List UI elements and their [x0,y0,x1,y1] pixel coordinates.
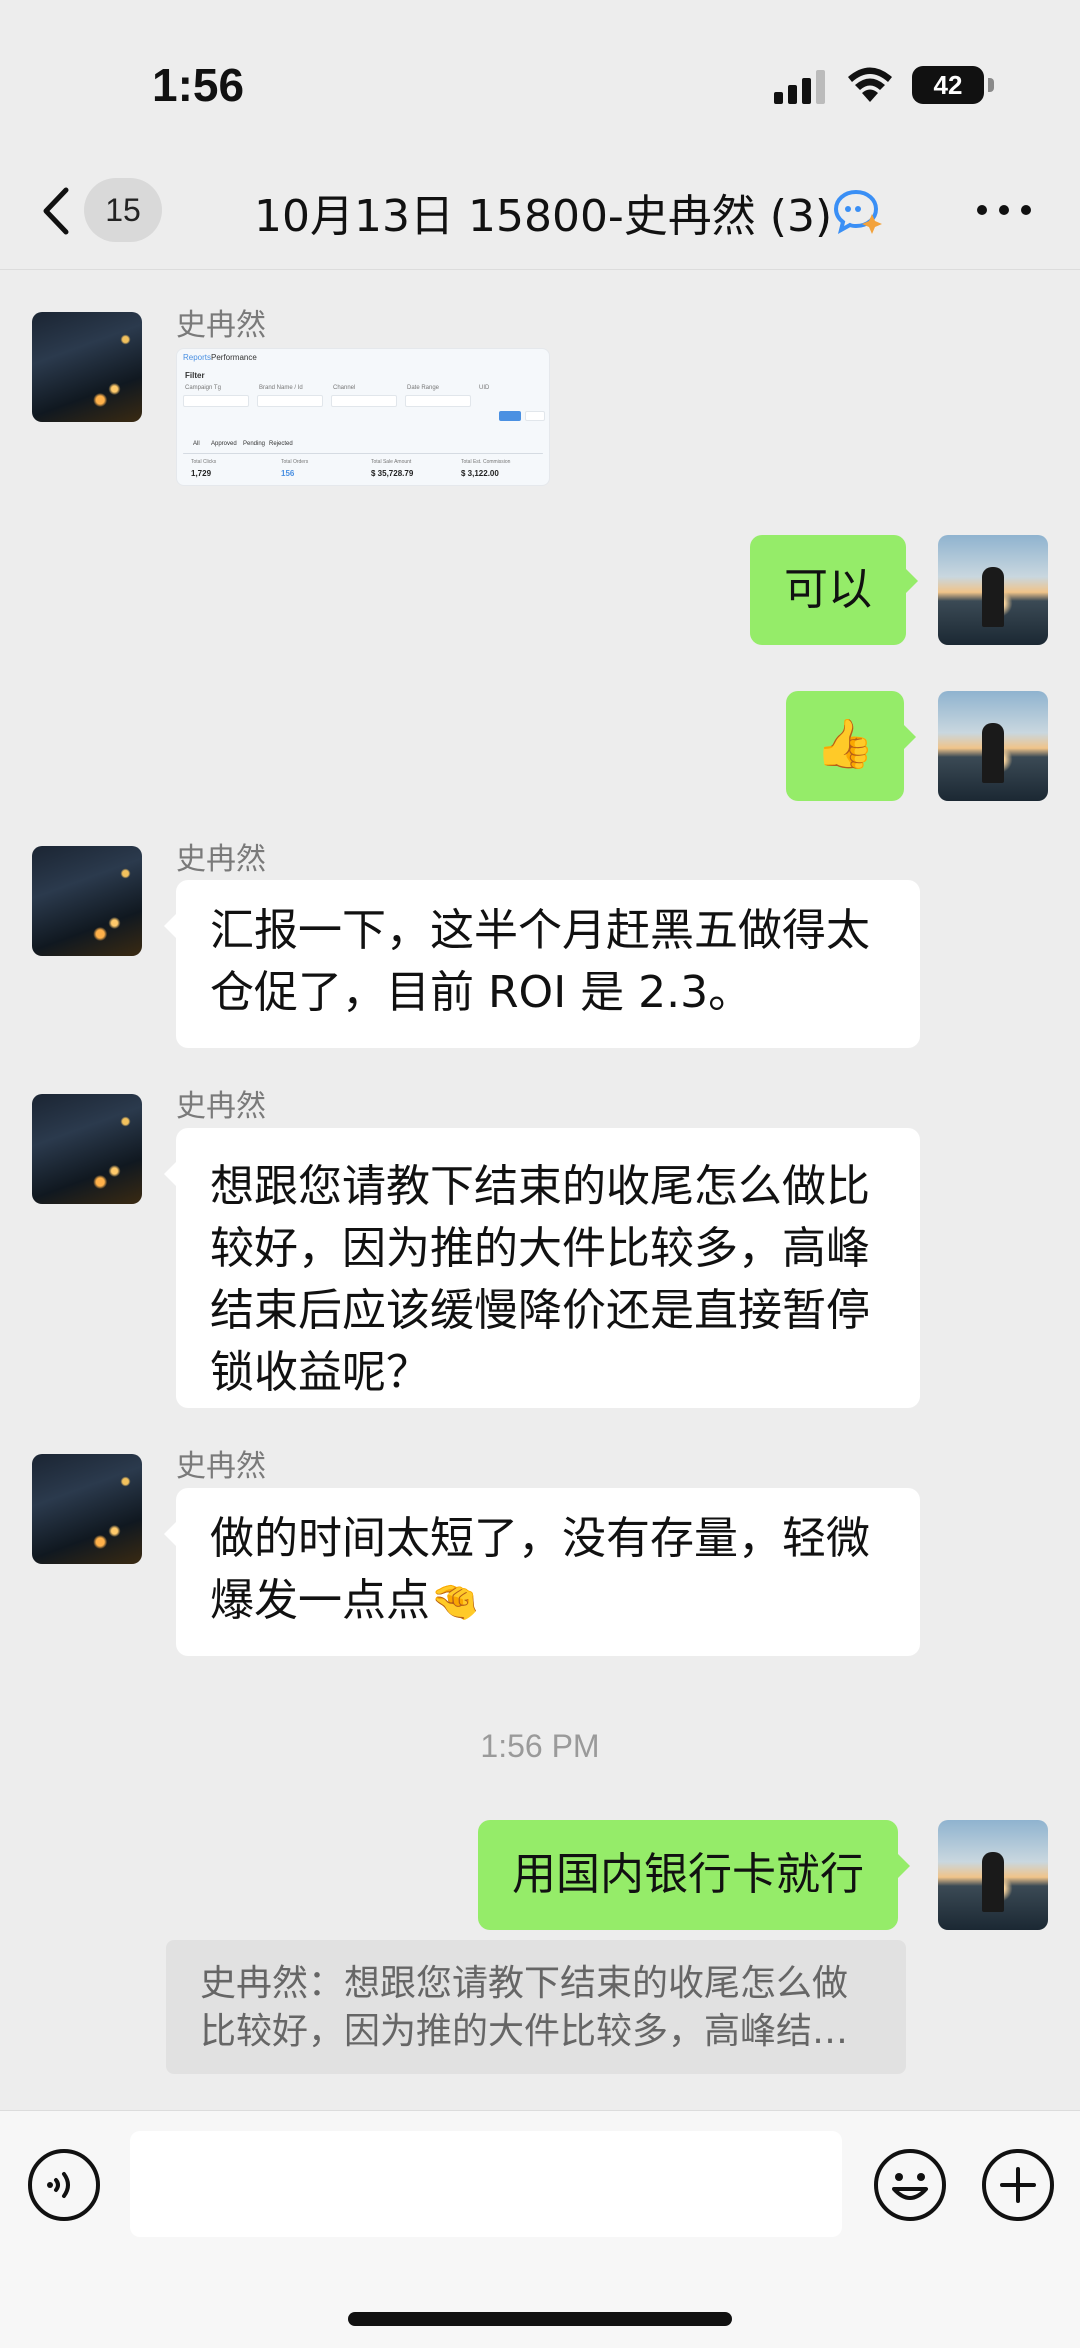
pinching-hand-icon: 🤏 [430,1579,480,1625]
message-line: 仓促了，目前 ROI 是 2.3。 [210,967,753,1018]
message-line: 爆发一点点 [210,1575,430,1626]
quote-line: 史冉然：想跟您请教下结束的收尾怎么做 [200,1963,849,2004]
sc-stat-value: 156 [281,469,295,478]
my-avatar[interactable] [938,535,1048,645]
sender-avatar[interactable] [32,1094,142,1204]
message-line: 做的时间太短了，没有存量，轻微 [210,1513,870,1564]
sc-input [183,395,249,407]
status-time: 1:56 [152,59,245,111]
sc-stat-label: Total Clicks [191,459,217,465]
sc-stat-label: Total Sale Amount [371,459,412,465]
sc-stat-label: Total Orders [281,459,309,465]
sc-field-label: UID [479,385,490,391]
more-options-icon[interactable] [976,204,1032,216]
sc-field-label: Channel [333,385,356,391]
sc-stat-value: $ 3,122.00 [461,469,499,478]
quoted-message[interactable]: 史冉然：想跟您请教下结束的收尾怎么做 比较好，因为推的大件比较多，高峰结… [166,1940,906,2074]
image-message[interactable]: Reports Performance Filter Campaign Tg B… [176,348,550,486]
sender-name: 史冉然 [176,1089,266,1124]
sc-search-button [499,411,521,421]
message-bubble-incoming[interactable]: 想跟您请教下结束的收尾怎么做比 较好，因为推的大件比较多，高峰 结束后应该缓慢降… [164,1128,920,1408]
sc-stat-tab: Rejected [269,441,293,447]
message-bubble-outgoing[interactable]: 👍 [786,691,916,801]
battery-icon: 42 [912,66,984,104]
sc-field-label: Date Range [407,385,440,391]
sc-field-label: Campaign Tg [185,385,221,391]
back-chevron-icon[interactable] [40,186,74,236]
cellular-signal-icon [774,70,825,104]
chat-title: 10月13日 15800-史冉然 (3) [254,191,833,242]
sender-avatar[interactable] [32,1454,142,1564]
sender-name: 史冉然 [176,308,266,343]
sc-input [405,395,471,407]
quote-line: 比较好，因为推的大件比较多，高峰结… [200,2011,849,2052]
sc-stat-value: $ 35,728.79 [371,469,414,478]
sender-avatar[interactable] [32,312,142,422]
sc-tab-performance: Performance [211,353,257,362]
unread-count-badge[interactable]: 15 [84,178,162,242]
emoji-icon[interactable] [872,2147,948,2223]
sc-filter-label: Filter [185,371,205,380]
sc-stat-value: 1,729 [191,469,212,478]
ai-chat-bubble-icon[interactable] [832,188,882,234]
battery-cap [988,78,994,92]
message-line: 结束后应该缓慢降价还是直接暂停 [210,1285,870,1336]
more-functions-plus-icon[interactable] [980,2147,1056,2223]
message-text: 可以 [784,564,872,615]
message-input[interactable] [130,2131,842,2237]
sender-avatar[interactable] [32,846,142,956]
thumbs-up-icon: 👍 [815,716,875,772]
message-bubble-outgoing[interactable]: 可以 [750,535,918,645]
sender-name: 史冉然 [176,1449,266,1484]
wifi-icon [848,67,892,102]
message-line: 汇报一下，这半个月赶黑五做得太 [210,905,870,956]
sc-input [257,395,323,407]
my-avatar[interactable] [938,1820,1048,1930]
sc-stat-label: Total Est. Commission [461,459,511,465]
sc-stat-tab: Pending [243,441,266,447]
timestamp-divider: 1:56 PM [480,1728,600,1764]
voice-input-icon[interactable] [26,2147,102,2223]
sc-reset-button [525,411,545,421]
sc-divider [183,453,543,454]
sender-name: 史冉然 [176,842,266,877]
message-bubble-outgoing[interactable]: 用国内银行卡就行 [478,1820,910,1930]
home-indicator[interactable] [348,2312,732,2326]
message-bubble-incoming[interactable]: 汇报一下，这半个月赶黑五做得太 仓促了，目前 ROI 是 2.3。 [164,880,920,1048]
sc-stat-tab: Approved [211,441,237,447]
sc-tab-reports: Reports [183,353,212,362]
sc-stat-tab: All [193,441,200,447]
my-avatar[interactable] [938,691,1048,801]
sc-field-label: Brand Name / Id [259,385,303,391]
sc-input [331,395,397,407]
message-line: 锁收益呢？ [210,1347,430,1398]
message-line: 较好，因为推的大件比较多，高峰 [210,1223,870,1274]
status-bar: 1:56 42 [0,0,1080,150]
message-line: 想跟您请教下结束的收尾怎么做比 [210,1161,870,1212]
battery-percent: 42 [933,70,963,100]
message-bubble-incoming[interactable]: 做的时间太短了，没有存量，轻微 爆发一点点🤏 [164,1488,920,1656]
message-text: 用国内银行卡就行 [512,1849,864,1900]
chat-header: 15 10月13日 15800-史冉然 (3) [0,150,1080,270]
